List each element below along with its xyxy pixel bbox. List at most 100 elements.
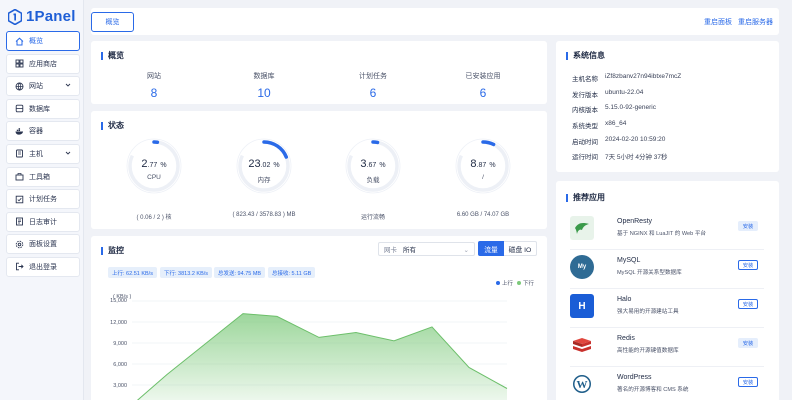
app-row-mysql: My MySQL MySQL 开源关系型数据库 安装 bbox=[570, 250, 764, 289]
gauge-disk: 8.87 % / 6.60 GB / 74.07 GB bbox=[428, 138, 538, 223]
app-name: OpenResty bbox=[617, 218, 653, 225]
app-name: WordPress bbox=[617, 374, 652, 381]
restart-panel-link[interactable]: 重启面板 bbox=[704, 17, 732, 27]
toolbox-icon bbox=[15, 172, 24, 181]
gauge-value: 3.67 % bbox=[360, 158, 386, 170]
database-icon bbox=[15, 104, 24, 113]
sidebar-item-label: 数据库 bbox=[29, 105, 50, 113]
sidebar-item-website[interactable]: 网站 bbox=[6, 76, 80, 97]
sidebar-item-overview[interactable]: 概览 bbox=[6, 31, 80, 51]
log-icon bbox=[15, 217, 24, 226]
chevron-down-icon bbox=[65, 150, 71, 158]
info-key: 主机名称 bbox=[572, 76, 598, 83]
install-button[interactable]: 安装 bbox=[738, 221, 758, 231]
info-value: iZf8zbanv27n94ibtxe7mcZ bbox=[605, 73, 682, 80]
info-value: ubuntu-22.04 bbox=[605, 89, 644, 96]
overview-value: 6 bbox=[479, 86, 487, 100]
overview-installed-apps[interactable]: 已安装应用 6 bbox=[428, 71, 538, 100]
info-key: 内核版本 bbox=[572, 107, 598, 114]
sidebar-item-label: 容器 bbox=[29, 128, 43, 136]
sidebar-item-database[interactable]: 数据库 bbox=[6, 98, 80, 119]
app-name: Redis bbox=[617, 335, 635, 342]
sidebar-item-settings[interactable]: 面板设置 bbox=[6, 234, 80, 255]
sidebar-item-label: 主机 bbox=[29, 150, 43, 158]
sidebar-item-container[interactable]: 容器 bbox=[6, 121, 80, 142]
app-description: 高性能的开源键值数据库 bbox=[617, 348, 679, 354]
sidebar-item-label: 工具箱 bbox=[29, 173, 50, 181]
overview-cronjob[interactable]: 计划任务 6 bbox=[318, 71, 428, 100]
info-row-arch: 系统类型 x86_64 bbox=[572, 120, 626, 130]
status-card: 状态 2.77 % CPU ( 0.06 / 2 ) 核 23.02 % 内存 ( 823… bbox=[91, 111, 547, 229]
sidebar-item-cronjob[interactable]: 计划任务 bbox=[6, 189, 80, 210]
gauge-value: 8.87 % bbox=[470, 158, 496, 170]
wordpress-icon: W bbox=[570, 372, 594, 396]
sidebar-item-host[interactable]: 主机 bbox=[6, 143, 80, 164]
status-title: 状态 bbox=[101, 120, 124, 131]
gauge-load: 3.67 % 负载 运行流畅 bbox=[318, 138, 428, 223]
info-key: 运行时间 bbox=[572, 154, 598, 161]
app-row-openresty: OpenResty 基于 NGINX 和 LuaJIT 的 Web 平台 安装 bbox=[570, 211, 764, 250]
app-description: 基于 NGINX 和 LuaJIT 的 Web 平台 bbox=[617, 231, 707, 237]
info-value: 7天 5小时 4分钟 37秒 bbox=[605, 154, 668, 161]
overview-database[interactable]: 数据库 10 bbox=[209, 71, 319, 100]
gauge-value: 23.02 % bbox=[248, 158, 280, 170]
app-row-wordpress: W WordPress 著名的开源博客和 CMS 系统 安装 bbox=[570, 367, 764, 400]
sidebar-item-label: 面板设置 bbox=[29, 241, 57, 249]
halo-icon: H bbox=[570, 294, 594, 318]
restart-server-link[interactable]: 重启服务器 bbox=[738, 17, 773, 27]
sidebar-item-toolbox[interactable]: 工具箱 bbox=[6, 166, 80, 187]
download-series-area bbox=[137, 313, 507, 400]
info-key: 系统类型 bbox=[572, 123, 598, 130]
task-icon bbox=[15, 195, 24, 204]
overview-value: 6 bbox=[369, 86, 377, 100]
apps-icon bbox=[15, 59, 24, 68]
gauge-memory: 23.02 % 内存 ( 823.43 / 3578.83 ) MB bbox=[209, 138, 319, 223]
chevron-down-icon bbox=[65, 82, 71, 90]
sidebar-item-label: 应用商店 bbox=[29, 60, 57, 68]
host-icon bbox=[15, 149, 24, 158]
gauge-footer: ( 823.43 / 3578.83 ) MB bbox=[232, 212, 296, 218]
overview-label: 计划任务 bbox=[359, 73, 387, 80]
top-bar: 概览 重启面板 重启服务器 bbox=[91, 8, 779, 35]
network-traffic-chart bbox=[132, 300, 508, 400]
overview-value: 10 bbox=[257, 86, 271, 100]
install-button[interactable]: 安装 bbox=[738, 299, 758, 309]
gauge-value: 2.77 % bbox=[141, 158, 167, 170]
gauge-footer: 6.60 GB / 74.07 GB bbox=[456, 212, 510, 218]
brand-name: 1Panel bbox=[26, 8, 76, 25]
brand-logo[interactable]: 1Panel bbox=[8, 8, 76, 25]
overview-website[interactable]: 网站 8 bbox=[99, 71, 209, 100]
gauge-label: / bbox=[482, 174, 484, 181]
sidebar-item-logout[interactable]: 退出登录 bbox=[6, 256, 80, 277]
info-row-boot-time: 启动时间 2024-02-20 10:59:20 bbox=[572, 136, 665, 146]
install-button[interactable]: 安装 bbox=[738, 338, 758, 348]
settings-icon bbox=[15, 240, 24, 249]
install-button[interactable]: 安装 bbox=[738, 377, 758, 387]
app-row-redis: Redis 高性能的开源键值数据库 安装 bbox=[570, 328, 764, 367]
system-info-title: 系统信息 bbox=[566, 50, 605, 61]
gauge-label: 内存 bbox=[257, 177, 271, 184]
redis-icon bbox=[570, 333, 594, 357]
monitor-card: 监控 网卡 所有 ⌄ 流量 磁盘 IO 上行: 62.51 KB/s 下行: 3… bbox=[91, 236, 547, 400]
gauge-cpu: 2.77 % CPU ( 0.06 / 2 ) 核 bbox=[99, 138, 209, 223]
whale-icon bbox=[15, 127, 24, 136]
info-row-kernel: 内核版本 5.15.0-92-generic bbox=[572, 104, 656, 114]
panel-logo-icon bbox=[8, 8, 22, 25]
gauge-label: CPU bbox=[147, 174, 161, 181]
overview-card: 概览 网站 8 数据库 10 计划任务 6 已安装应用 6 bbox=[91, 41, 547, 104]
info-row-hostname: 主机名称 iZf8zbanv27n94ibtxe7mcZ bbox=[572, 73, 681, 83]
sidebar-item-appstore[interactable]: 应用商店 bbox=[6, 53, 80, 74]
tab-overview[interactable]: 概览 bbox=[91, 12, 134, 32]
info-value: 2024-02-20 10:59:20 bbox=[605, 136, 666, 143]
app-name: MySQL bbox=[617, 257, 641, 264]
sidebar-item-label: 退出登录 bbox=[29, 263, 57, 271]
globe-icon bbox=[15, 82, 24, 91]
mysql-icon: My bbox=[570, 255, 594, 279]
recommended-apps-card: 推荐应用 OpenResty 基于 NGINX 和 LuaJIT 的 Web 平… bbox=[556, 181, 779, 400]
install-button[interactable]: 安装 bbox=[738, 260, 758, 270]
gauge-footer: 运行流畅 bbox=[360, 215, 385, 221]
info-value: x86_64 bbox=[605, 120, 627, 127]
overview-label: 已安装应用 bbox=[465, 73, 501, 80]
sidebar: 1Panel 概览 应用商店 网站 数据库 容器 主机 工具箱 计划任务 日志审… bbox=[0, 0, 84, 400]
sidebar-item-logs[interactable]: 日志审计 bbox=[6, 211, 80, 232]
